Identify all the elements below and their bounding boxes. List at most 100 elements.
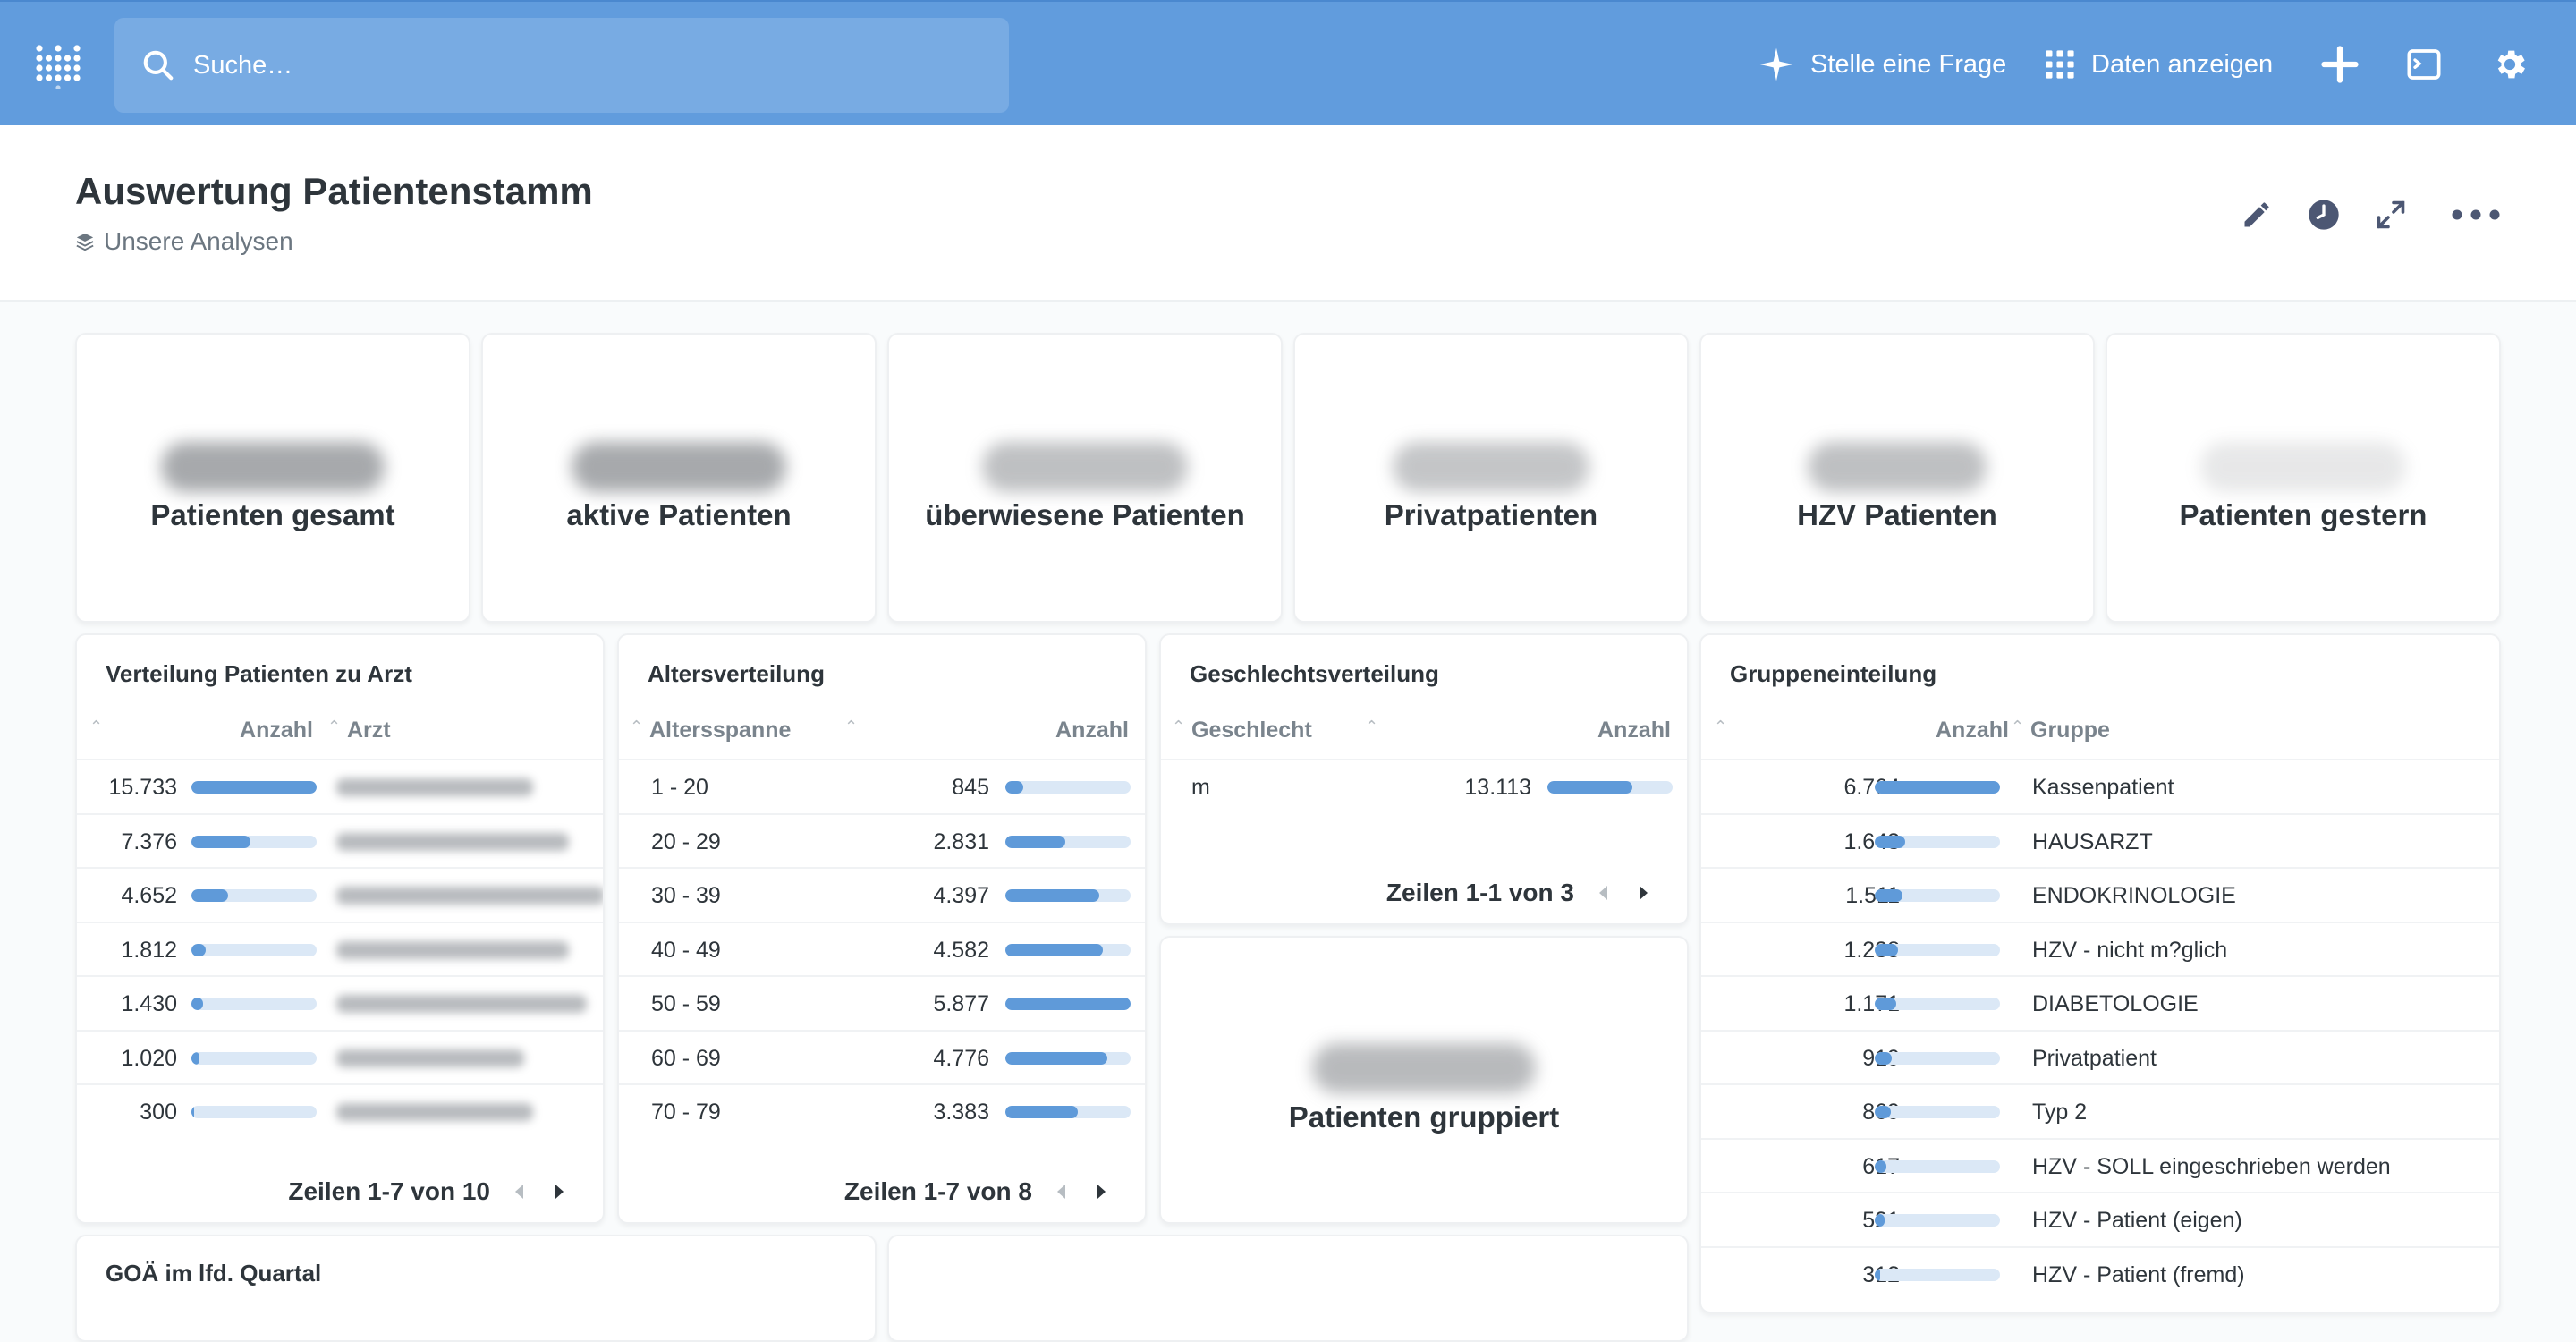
kpi-label: HZV Patienten xyxy=(1797,498,1997,531)
table-row[interactable]: 30 - 39 4.397 xyxy=(619,867,1145,921)
sort-caret-icon[interactable]: ⌃ xyxy=(1172,718,1185,736)
redacted-doctor-name xyxy=(336,887,603,905)
redacted-value xyxy=(161,442,385,492)
search-bar[interactable]: Suche… xyxy=(114,18,1009,113)
table-row[interactable]: 300 xyxy=(77,1083,603,1137)
bar-track xyxy=(1005,943,1131,956)
new-button[interactable] xyxy=(2317,41,2363,88)
sort-caret-icon[interactable]: ⌃ xyxy=(1714,718,1727,736)
table-card-group-classification: Gruppeneinteilung ⌃ Anzahl ⌃ Gruppe 6.76… xyxy=(1699,633,2501,1313)
table-row[interactable]: 6.764 Kassenpatient xyxy=(1701,759,2499,812)
redacted-doctor-name xyxy=(336,778,533,796)
table-row[interactable]: 1.511 ENDOKRINOLOGIE xyxy=(1701,867,2499,921)
next-page-button[interactable] xyxy=(1089,1179,1114,1204)
card-title[interactable]: Gruppeneinteilung xyxy=(1730,660,1936,688)
search-icon xyxy=(143,50,174,81)
table-row[interactable]: 1 - 20 845 xyxy=(619,759,1145,812)
redacted-value xyxy=(982,442,1188,492)
browse-data-button[interactable]: Daten anzeigen xyxy=(2045,39,2273,89)
fullscreen-button[interactable] xyxy=(2367,191,2415,239)
column-header-count[interactable]: Anzahl xyxy=(1055,718,1129,743)
history-button[interactable] xyxy=(2300,191,2348,239)
chevron-right-icon xyxy=(555,1185,564,1199)
bar-fill xyxy=(1875,1268,1881,1281)
previous-page-button[interactable] xyxy=(1590,880,1615,905)
sort-caret-icon[interactable]: ⌃ xyxy=(89,718,103,736)
collection-layers-icon xyxy=(76,233,94,251)
table-row[interactable]: 919Privatpatient xyxy=(1701,1029,2499,1083)
card-title[interactable]: GOÄ im lfd. Quartal xyxy=(106,1260,321,1287)
table-row[interactable]: 312HZV - Patient (fremd) xyxy=(1701,1245,2499,1300)
bar-track xyxy=(191,998,317,1010)
table-row[interactable]: 869Typ 2 xyxy=(1701,1083,2499,1137)
sql-editor-button[interactable] xyxy=(2401,41,2447,88)
ask-question-button[interactable]: Stelle eine Frage xyxy=(1758,39,2006,89)
table-row[interactable]: 1.171 DIABETOLOGIE xyxy=(1701,975,2499,1029)
sort-caret-icon[interactable]: ⌃ xyxy=(2011,718,2024,736)
redacted-value xyxy=(1312,1043,1536,1093)
cell-group: Typ 2 xyxy=(2032,1100,2088,1125)
previous-page-button[interactable] xyxy=(1048,1179,1073,1204)
page-title: Auswertung Patientenstamm xyxy=(75,170,593,212)
cell-count: 2.831 xyxy=(933,828,989,854)
table-row[interactable]: 1.430 xyxy=(77,975,603,1029)
card-title[interactable]: Verteilung Patienten zu Arzt xyxy=(106,660,412,688)
column-header-doctor[interactable]: Arzt xyxy=(347,718,391,743)
more-options-button[interactable] xyxy=(2447,191,2504,239)
kpi-card-patients-total[interactable]: Patienten gesamt xyxy=(75,333,470,623)
table-row[interactable]: 20 - 29 2.831 xyxy=(619,812,1145,867)
sort-caret-icon[interactable]: ⌃ xyxy=(1365,718,1378,736)
metabase-logo[interactable] xyxy=(34,41,82,90)
table-row[interactable]: 617HZV - SOLL eingeschrieben werden xyxy=(1701,1137,2499,1192)
cell-count: 7.376 xyxy=(121,828,177,854)
cell-count: 845 xyxy=(952,775,989,800)
sort-caret-icon[interactable]: ⌃ xyxy=(327,718,341,736)
table-row[interactable]: 60 - 69 4.776 xyxy=(619,1029,1145,1083)
clock-icon xyxy=(2309,200,2339,230)
sort-caret-icon[interactable]: ⌃ xyxy=(844,718,858,736)
bar-track xyxy=(1005,1051,1131,1065)
table-row[interactable]: 1.812 xyxy=(77,921,603,975)
kpi-card-private-patients[interactable]: Privatpatienten xyxy=(1293,333,1689,623)
chevron-left-icon xyxy=(515,1185,523,1199)
collection-breadcrumb[interactable]: Unsere Analysen xyxy=(75,227,293,256)
table-row[interactable]: 1.020 xyxy=(77,1029,603,1083)
next-page-button[interactable] xyxy=(547,1179,572,1204)
column-header-gender[interactable]: Geschlecht xyxy=(1191,718,1312,743)
next-page-button[interactable] xyxy=(1631,880,1657,905)
cell-group: HZV - Patient (fremd) xyxy=(2032,1261,2245,1287)
kpi-card-active-patients[interactable]: aktive Patienten xyxy=(481,333,877,623)
table-row[interactable]: 1.238 HZV - nicht m?glich xyxy=(1701,921,2499,975)
column-header-count[interactable]: Anzahl xyxy=(240,718,313,743)
kpi-label: Privatpatienten xyxy=(1384,498,1598,531)
pagination: Zeilen 1-7 von 10 xyxy=(288,1177,572,1206)
kpi-card-hzv-patients[interactable]: HZV Patienten xyxy=(1699,333,2095,623)
kpi-card-grouped-patients[interactable]: Patienten gruppiert xyxy=(1159,936,1689,1224)
edit-dashboard-button[interactable] xyxy=(2233,191,2281,239)
column-header-age-range[interactable]: Altersspanne xyxy=(649,718,791,743)
kpi-card-referred-patients[interactable]: überwiesene Patienten xyxy=(887,333,1283,623)
table-row[interactable]: 7.376 xyxy=(77,812,603,867)
bar-track xyxy=(1005,889,1131,902)
table-row[interactable]: 70 - 79 3.383 xyxy=(619,1083,1145,1137)
card-title[interactable]: Geschlechtsverteilung xyxy=(1190,660,1439,688)
bar-fill xyxy=(1005,943,1104,956)
table-row[interactable]: 50 - 59 5.877 xyxy=(619,975,1145,1029)
redacted-doctor-name xyxy=(336,1049,524,1067)
table-row[interactable]: 15.733 xyxy=(77,759,603,812)
table-row[interactable]: 4.652 xyxy=(77,867,603,921)
sort-caret-icon[interactable]: ⌃ xyxy=(630,718,643,736)
table-row[interactable]: 40 - 49 4.582 xyxy=(619,921,1145,975)
column-header-count[interactable]: Anzahl xyxy=(1936,718,2009,743)
card-title[interactable]: Altersverteilung xyxy=(648,660,825,688)
table-row[interactable]: 1.643 HAUSARZT xyxy=(1701,812,2499,867)
table-row[interactable]: m 13.113 xyxy=(1161,759,1687,812)
column-header-count[interactable]: Anzahl xyxy=(1597,718,1671,743)
cell-group: ENDOKRINOLOGIE xyxy=(2032,883,2236,908)
previous-page-button[interactable] xyxy=(506,1179,531,1204)
table-row[interactable]: 521HZV - Patient (eigen) xyxy=(1701,1192,2499,1245)
settings-button[interactable] xyxy=(2487,41,2533,88)
bar-fill xyxy=(1005,781,1024,794)
kpi-card-patients-yesterday[interactable]: Patienten gestern xyxy=(2106,333,2501,623)
column-header-group[interactable]: Gruppe xyxy=(2030,718,2110,743)
